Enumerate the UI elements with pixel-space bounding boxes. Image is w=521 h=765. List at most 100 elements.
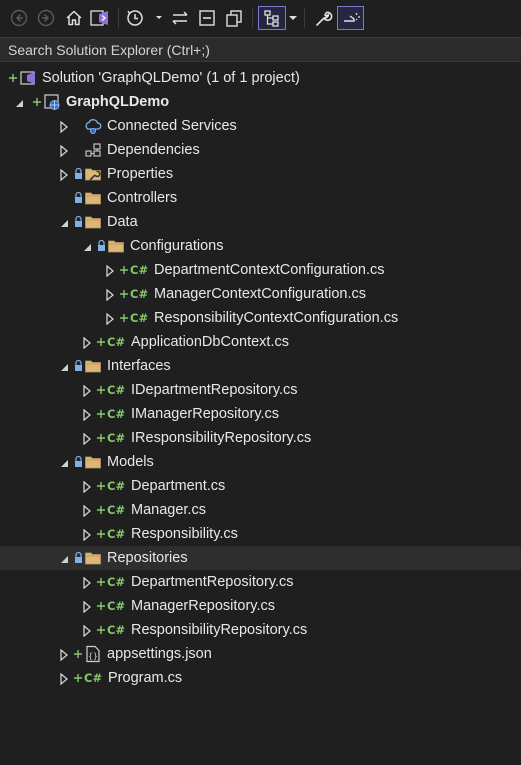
json-file-icon: {} bbox=[84, 645, 102, 663]
sync-active-document-button[interactable] bbox=[168, 7, 192, 29]
git-added-icon bbox=[96, 431, 106, 445]
tree-item-folder[interactable]: Controllers bbox=[0, 186, 521, 210]
folder-icon bbox=[84, 189, 102, 207]
tree-item-file[interactable]: C# DepartmentContextConfiguration.cs bbox=[0, 258, 521, 282]
switch-views-button[interactable] bbox=[88, 7, 112, 29]
tree-item-label: Connected Services bbox=[107, 118, 237, 134]
csharp-file-icon: C# bbox=[107, 383, 126, 397]
tree-item-label: Interfaces bbox=[107, 358, 171, 374]
tree-item-connected[interactable]: Connected Services bbox=[0, 114, 521, 138]
tree-item-label: IDepartmentRepository.cs bbox=[131, 382, 298, 398]
properties-button[interactable] bbox=[311, 7, 335, 29]
back-button[interactable] bbox=[8, 7, 30, 29]
tree-item-folder[interactable]: Repositories bbox=[0, 546, 521, 570]
csharp-file-icon: C# bbox=[130, 311, 149, 325]
show-all-files-button[interactable] bbox=[222, 7, 246, 29]
collapse-arrow-icon bbox=[82, 504, 92, 518]
search-placeholder: Search Solution Explorer (Ctrl+;) bbox=[8, 42, 210, 58]
csharp-file-icon: C# bbox=[107, 575, 126, 589]
expand-arrow-icon bbox=[82, 240, 92, 252]
arrow-left-circle-icon bbox=[10, 9, 28, 27]
expand-arrow-icon bbox=[59, 456, 69, 468]
copy-files-icon bbox=[226, 10, 242, 27]
tree-item-file[interactable]: C# Responsibility.cs bbox=[0, 522, 521, 546]
csharp-file-icon: C# bbox=[107, 431, 126, 445]
git-added-icon bbox=[96, 599, 106, 613]
collapse-arrow-icon bbox=[82, 480, 92, 494]
preview-selected-items-button[interactable] bbox=[337, 6, 364, 30]
lock-icon bbox=[74, 455, 83, 468]
csharp-file-icon: C# bbox=[107, 503, 126, 517]
tree-item-file[interactable]: C# Department.cs bbox=[0, 474, 521, 498]
git-added-icon bbox=[119, 287, 129, 301]
tree-item-label: Manager.cs bbox=[131, 502, 206, 518]
tree-item-file[interactable]: C# ApplicationDbContext.cs bbox=[0, 330, 521, 354]
tree-item-file[interactable]: C# IManagerRepository.cs bbox=[0, 402, 521, 426]
tree-item-file[interactable]: C# IDepartmentRepository.cs bbox=[0, 378, 521, 402]
git-added-icon bbox=[119, 263, 129, 277]
csharp-file-icon: C# bbox=[107, 599, 126, 613]
collapse-all-icon bbox=[199, 10, 215, 26]
pending-changes-filter-button[interactable] bbox=[124, 7, 164, 29]
expand-arrow-icon bbox=[14, 96, 24, 108]
sync-arrows-icon bbox=[172, 11, 188, 25]
tree-item-label: appsettings.json bbox=[107, 646, 212, 662]
tree-item-file[interactable]: C# ManagerContextConfiguration.cs bbox=[0, 282, 521, 306]
properties-folder-icon bbox=[84, 165, 102, 183]
expand-arrow-icon bbox=[59, 216, 69, 228]
forward-button[interactable] bbox=[35, 7, 57, 29]
collapse-arrow-icon bbox=[82, 384, 92, 398]
tree-item-dependencies[interactable]: Dependencies bbox=[0, 138, 521, 162]
lock-icon bbox=[74, 191, 83, 204]
tree-item-file[interactable]: C# ManagerRepository.cs bbox=[0, 594, 521, 618]
tree-item-label: Configurations bbox=[130, 238, 224, 254]
tree-item-project[interactable]: GraphQLDemo bbox=[0, 90, 521, 114]
tree-item-json[interactable]: {} appsettings.json bbox=[0, 642, 521, 666]
web-project-icon bbox=[43, 93, 61, 111]
tree-item-label: Data bbox=[107, 214, 138, 230]
git-added-icon bbox=[96, 575, 106, 589]
view-hierarchy-button[interactable] bbox=[258, 6, 286, 30]
git-added-icon bbox=[8, 71, 18, 85]
tree-item-folder[interactable]: Data bbox=[0, 210, 521, 234]
folder-icon bbox=[84, 357, 102, 375]
tree-item-file[interactable]: C# IResponsibilityRepository.cs bbox=[0, 426, 521, 450]
tree-item-label: DepartmentRepository.cs bbox=[131, 574, 294, 590]
search-solution-explorer-input[interactable]: Search Solution Explorer (Ctrl+;) bbox=[0, 37, 521, 62]
lock-icon bbox=[97, 239, 106, 252]
view-hierarchy-dropdown[interactable] bbox=[287, 7, 299, 29]
collapse-arrow-icon bbox=[82, 624, 92, 638]
chevron-down-icon bbox=[289, 16, 297, 20]
csharp-file-icon: C# bbox=[107, 407, 126, 421]
folder-icon bbox=[107, 237, 125, 255]
solution-explorer-toolbar bbox=[0, 0, 521, 36]
tree-item-file[interactable]: C# Manager.cs bbox=[0, 498, 521, 522]
tree-item-file[interactable]: C# ResponsibilityRepository.cs bbox=[0, 618, 521, 642]
lock-icon bbox=[74, 551, 83, 564]
tree-item-folder[interactable]: Interfaces bbox=[0, 354, 521, 378]
git-added-icon bbox=[96, 407, 106, 421]
home-icon bbox=[66, 10, 82, 26]
preview-icon bbox=[343, 12, 360, 22]
tree-item-solution[interactable]: Solution 'GraphQLDemo' (1 of 1 project) bbox=[0, 66, 521, 90]
tree-item-label: IManagerRepository.cs bbox=[131, 406, 280, 422]
tree-item-file[interactable]: C# Program.cs bbox=[0, 666, 521, 690]
tree-item-file[interactable]: C# ResponsibilityContextConfiguration.cs bbox=[0, 306, 521, 330]
tree-item-file[interactable]: C# DepartmentRepository.cs bbox=[0, 570, 521, 594]
collapse-arrow-icon bbox=[105, 288, 115, 302]
tree-item-label: Department.cs bbox=[131, 478, 226, 494]
tree-item-folder[interactable]: Models bbox=[0, 450, 521, 474]
tree-item-label: ResponsibilityContextConfiguration.cs bbox=[154, 310, 399, 326]
tree-item-folder[interactable]: Configurations bbox=[0, 234, 521, 258]
tree-item-label: DepartmentContextConfiguration.cs bbox=[154, 262, 385, 278]
tree-item-label: Program.cs bbox=[108, 670, 183, 686]
collapse-arrow-icon bbox=[105, 264, 115, 278]
home-button[interactable] bbox=[62, 7, 86, 29]
collapse-all-button[interactable] bbox=[195, 7, 219, 29]
git-added-icon bbox=[73, 647, 83, 661]
expand-arrow-icon bbox=[59, 360, 69, 372]
dependencies-icon bbox=[84, 141, 102, 159]
git-added-icon bbox=[32, 95, 42, 109]
collapse-arrow-icon bbox=[82, 432, 92, 446]
tree-item-properties[interactable]: Properties bbox=[0, 162, 521, 186]
